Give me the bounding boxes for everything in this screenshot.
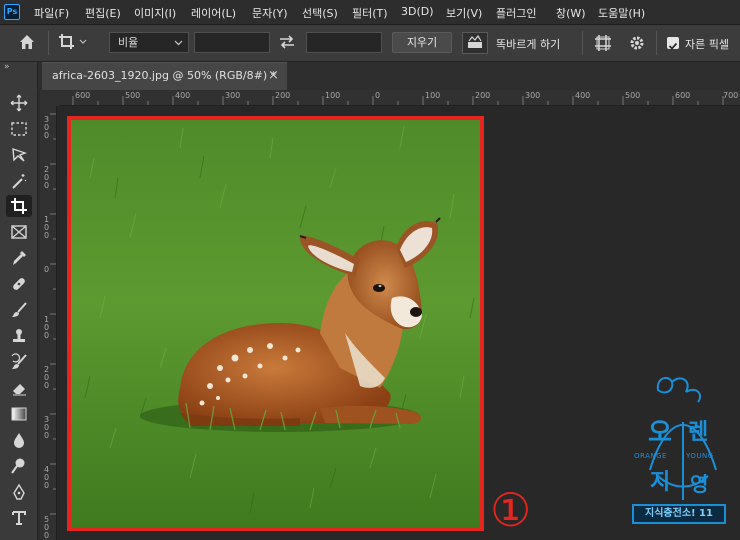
tools-panel: » <box>0 62 38 540</box>
ruler-label: 700 <box>723 91 739 100</box>
menu-edit[interactable]: 편집(E) <box>85 5 121 21</box>
watermark-char: 영 <box>690 472 709 496</box>
brush-tool-icon[interactable] <box>6 299 32 321</box>
ratio-select-value: 비율 <box>118 36 139 49</box>
menu-type[interactable]: 문자(Y) <box>252 5 288 21</box>
watermark-text: ORANGE <box>634 452 667 460</box>
ruler-label: 0 <box>44 131 50 140</box>
grid-overlay-icon[interactable] <box>594 34 612 56</box>
menu-file[interactable]: 파일(F) <box>34 5 69 21</box>
ruler-label: 0 <box>44 531 50 540</box>
document-tab[interactable]: africa-2603_1920.jpg @ 50% (RGB/8#) * × <box>42 62 287 90</box>
type-tool-icon[interactable] <box>6 507 32 529</box>
ruler-label: 0 <box>44 231 50 240</box>
ruler-label: 500 <box>625 91 641 100</box>
menu-window[interactable]: 창(W) <box>556 5 586 21</box>
dodge-tool-icon[interactable] <box>6 455 32 477</box>
gradient-tool-icon[interactable] <box>6 403 32 425</box>
chevron-down-icon <box>174 40 183 46</box>
menu-view[interactable]: 보기(V) <box>446 5 482 21</box>
lasso-tool-icon[interactable] <box>6 144 32 166</box>
ruler-label: 0 <box>375 91 381 100</box>
width-input[interactable] <box>194 32 270 53</box>
ruler-label: 400 <box>175 91 191 100</box>
ruler-label: 200 <box>475 91 491 100</box>
menu-select[interactable]: 선택(S) <box>302 5 338 21</box>
ruler-label: 0 <box>44 431 50 440</box>
crop-highlight-box <box>67 116 484 531</box>
ruler-label: 300 <box>525 91 541 100</box>
gear-icon[interactable] <box>628 34 646 56</box>
photoshop-logo: Ps <box>4 4 20 20</box>
ruler-label: 400 <box>575 91 591 100</box>
crop-tool-icon[interactable] <box>6 195 32 217</box>
clear-button[interactable]: 지우기 <box>392 32 452 53</box>
watermark-logo: 오 렌 ORANGE YOUNG 지 영 지식충전소! 11 <box>628 370 738 530</box>
crop-tool-preset-icon[interactable] <box>58 33 88 55</box>
step-marker: ① <box>490 483 532 537</box>
watermark-badge: 지식충전소! 11 <box>632 504 726 524</box>
ruler-label: 100 <box>325 91 341 100</box>
menu-filter[interactable]: 필터(T) <box>352 5 388 21</box>
ruler-label: 0 <box>44 481 50 490</box>
eyedropper-tool-icon[interactable] <box>6 247 32 269</box>
home-icon[interactable] <box>18 33 36 55</box>
document-tab-title: africa-2603_1920.jpg @ 50% (RGB/8#) * <box>52 69 277 82</box>
watermark-char: 오 <box>648 418 672 448</box>
menu-3d[interactable]: 3D(D) <box>401 5 434 18</box>
menu-image[interactable]: 이미지(I) <box>134 5 176 21</box>
menu-layer[interactable]: 레이어(L) <box>191 5 236 21</box>
ruler-label: 100 <box>425 91 441 100</box>
menu-help[interactable]: 도움말(H) <box>598 5 645 21</box>
options-bar: 비율 지우기 똑바르게 하기 자른 픽셀 <box>0 25 740 62</box>
vertical-ruler[interactable]: 300 200 100 0 100 200 300 400 500 <box>40 106 57 540</box>
collapse-panel-icon[interactable]: » <box>4 62 10 72</box>
ratio-select[interactable]: 비율 <box>109 32 189 53</box>
frame-tool-icon[interactable] <box>6 221 32 243</box>
marquee-tool-icon[interactable] <box>6 118 32 140</box>
ruler-label: 0 <box>44 331 50 340</box>
menu-plugins[interactable]: 플러그인 <box>496 5 536 21</box>
ruler-label: 200 <box>275 91 291 100</box>
ruler-label: 0 <box>44 381 50 390</box>
watermark-text: YOUNG <box>686 452 714 460</box>
blur-tool-icon[interactable] <box>6 429 32 451</box>
close-tab-icon[interactable]: × <box>268 63 279 89</box>
clone-stamp-tool-icon[interactable] <box>6 325 32 347</box>
history-brush-tool-icon[interactable] <box>6 351 32 373</box>
healing-brush-tool-icon[interactable] <box>6 273 32 295</box>
ruler-corner <box>40 90 60 106</box>
swap-icon[interactable] <box>278 34 296 54</box>
ruler-label: 600 <box>675 91 691 100</box>
move-tool-icon[interactable] <box>6 92 32 114</box>
pen-tool-icon[interactable] <box>6 481 32 503</box>
delete-pixels-label: 자른 픽셀 <box>685 38 729 51</box>
ruler-label: 300 <box>225 91 241 100</box>
ruler-label: 0 <box>44 265 50 274</box>
straighten-label: 똑바르게 하기 <box>496 38 561 51</box>
check-icon <box>668 42 678 50</box>
straighten-icon[interactable] <box>462 32 488 54</box>
eraser-tool-icon[interactable] <box>6 377 32 399</box>
watermark-char: 렌 <box>688 420 709 445</box>
delete-pixels-checkbox[interactable] <box>667 37 679 50</box>
ruler-label: 0 <box>44 181 50 190</box>
horizontal-ruler[interactable]: 600 500 400 300 200 100 0 100 200 300 40… <box>60 90 740 106</box>
watermark-char: 지 <box>650 470 671 495</box>
menu-bar: Ps 파일(F) 편집(E) 이미지(I) 레이어(L) 문자(Y) 선택(S)… <box>0 0 740 25</box>
magic-wand-tool-icon[interactable] <box>6 170 32 192</box>
ruler-label: 500 <box>125 91 141 100</box>
ruler-label: 600 <box>75 91 91 100</box>
height-input[interactable] <box>306 32 382 53</box>
